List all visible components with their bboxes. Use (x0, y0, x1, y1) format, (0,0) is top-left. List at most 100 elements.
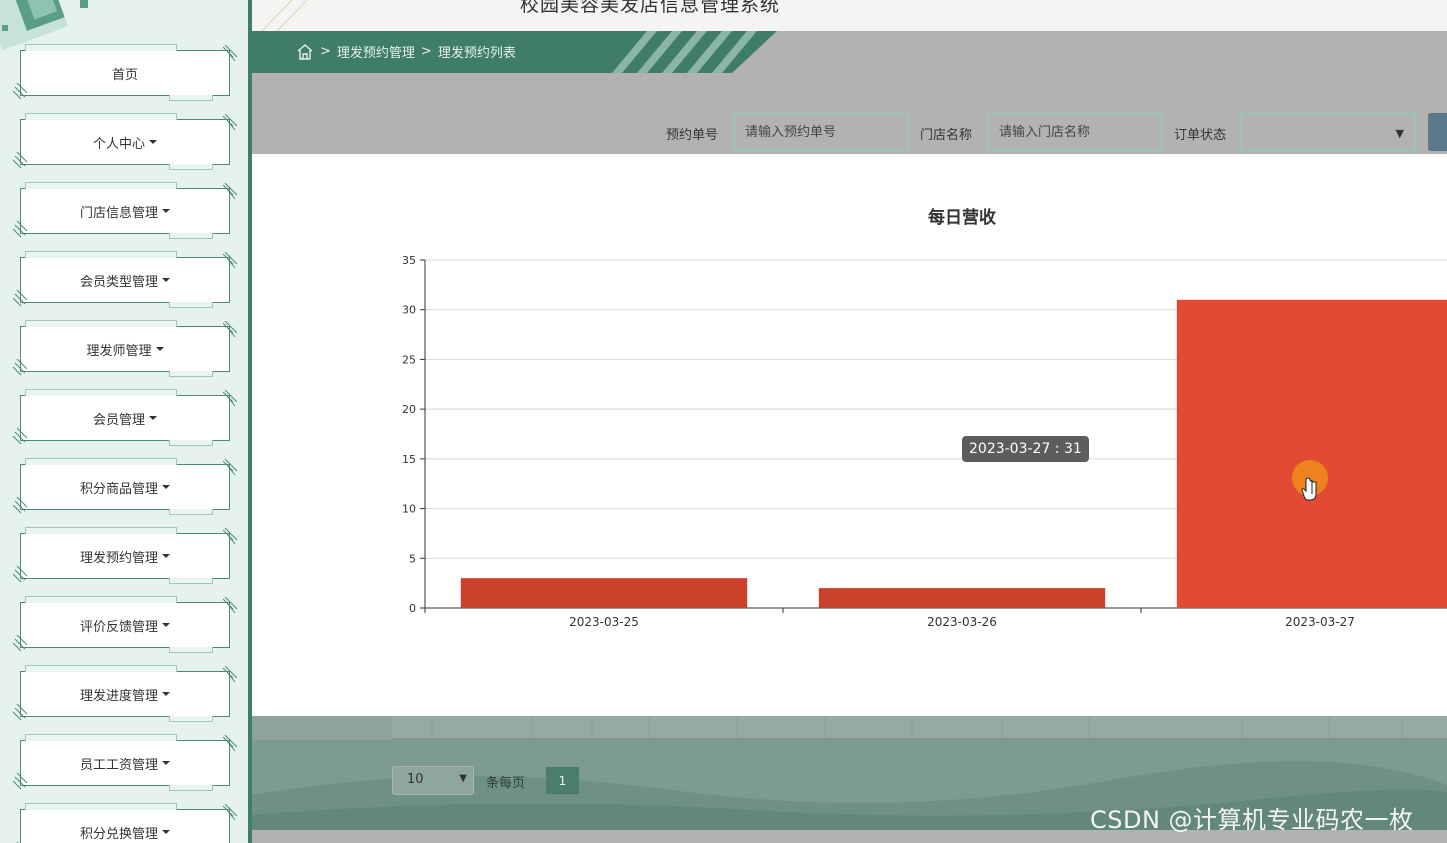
sidebar-item[interactable]: 积分商品管理 (13, 458, 237, 515)
sidebar-item[interactable]: 门店信息管理 (13, 182, 237, 239)
menu-tab-decoration (25, 803, 177, 810)
sidebar-item-label: 会员管理 (92, 412, 145, 428)
bar (818, 588, 1106, 608)
caret-down-icon (162, 761, 170, 765)
sidebar-item-label: 员工工资管理 (79, 757, 158, 773)
y-tick-label: 0 (409, 602, 416, 615)
sidebar-item[interactable]: 首页 (13, 44, 237, 101)
sidebar-item-label: 理发进度管理 (79, 688, 158, 704)
order-status-select[interactable]: ▼ (1240, 113, 1416, 151)
chevron-down-icon: ▼ (1395, 127, 1404, 140)
y-tick-label: 35 (402, 254, 416, 267)
hatch-decoration (13, 359, 27, 376)
page-size-value: 10 (407, 772, 424, 787)
hatch-decoration (13, 566, 27, 583)
breadcrumb-separator: > (320, 44, 331, 59)
menu-tab-decoration (25, 527, 177, 534)
x-tick-label: 2023-03-27 (1285, 615, 1355, 629)
caret-down-icon (149, 140, 157, 144)
hatch-decoration (13, 290, 27, 307)
y-tick-label: 10 (402, 503, 416, 516)
menu-tab-decoration (169, 647, 213, 653)
sidebar-item[interactable]: 个人中心 (13, 113, 237, 170)
menu-tab-decoration (25, 320, 177, 327)
menu-tab-decoration (25, 734, 177, 741)
menu-tab-decoration (25, 182, 177, 189)
hatch-decoration (223, 321, 237, 338)
sidebar-item[interactable]: 理发师管理 (13, 320, 237, 377)
menu-tab-decoration (169, 302, 213, 308)
breadcrumb-separator: > (420, 44, 432, 59)
hatch-decoration (13, 83, 27, 100)
x-tick-label: 2023-03-25 (569, 615, 639, 629)
order-status-label: 订单状态 (1174, 128, 1227, 143)
page-number-button[interactable]: 1 (546, 767, 579, 794)
hatch-decoration (223, 114, 237, 131)
caret-down-icon (162, 485, 170, 489)
sidebar-item-label: 理发师管理 (86, 343, 152, 359)
hatch-decoration (223, 735, 237, 752)
hatch-decoration (13, 428, 27, 445)
sidebar-item-label: 个人中心 (92, 136, 145, 152)
breadcrumb-level2: 理发预约列表 (437, 46, 516, 61)
menu-tab-decoration (25, 44, 177, 51)
chart-panel: 每日营收 0 5 10 15 20 25 30 35 2023-03-25 2023-03-26 2… (252, 154, 1447, 716)
breadcrumb-level1[interactable]: 理发预约管理 (337, 42, 415, 61)
page-size-select[interactable]: 10 ▼ (392, 766, 474, 795)
hatch-decoration (223, 804, 237, 821)
watermark: CSDN @计算机专业码农一枚 (1090, 806, 1414, 834)
menu-tab-decoration (169, 440, 213, 446)
table-column-dividers (431, 716, 1403, 738)
hatch-decoration (223, 528, 237, 545)
hatch-decoration (13, 221, 27, 238)
bar-chart: 0 5 10 15 20 25 30 35 2023-03-25 2023-03-26 2023-0… (402, 254, 1447, 629)
cursor-icon (1292, 460, 1328, 501)
caret-down-icon (162, 278, 170, 282)
sidebar-item[interactable]: 积分兑换管理 (16, 803, 237, 843)
y-tick-label: 30 (402, 304, 416, 317)
store-name-input[interactable] (987, 113, 1163, 151)
sidebar-item-label: 理发预约管理 (79, 550, 158, 566)
menu-tab-decoration (25, 665, 177, 672)
y-tick-label: 5 (409, 552, 416, 565)
hatch-decoration (223, 183, 237, 200)
caret-down-icon (162, 554, 170, 558)
menu-tab-decoration (169, 164, 213, 170)
menu-tab-decoration (169, 716, 213, 722)
bar (460, 578, 748, 608)
sidebar-item[interactable]: 评价反馈管理 (13, 596, 237, 653)
order-no-input[interactable] (733, 113, 909, 151)
sidebar-item-label: 首页 (111, 67, 138, 83)
sidebar-item[interactable]: 会员类型管理 (13, 251, 237, 308)
sidebar-item[interactable]: 理发进度管理 (13, 665, 237, 722)
breadcrumb: > 理发预约管理 > 理发预约列表 (296, 42, 516, 61)
menu-tab-decoration (25, 113, 177, 120)
hatch-decoration (13, 704, 27, 721)
home-icon[interactable] (296, 43, 314, 61)
order-no-label: 预约单号 (666, 128, 719, 143)
hatch-decoration (223, 666, 237, 683)
sidebar: 首页个人中心门店信息管理会员类型管理 理发师管理会员管理积分商品管理理发预约管理评… (0, 0, 248, 843)
app-title: 校园美容美发店信息管理系统 (520, 0, 781, 16)
caret-down-icon (162, 209, 170, 213)
sidebar-item-label: 积分兑换管理 (79, 826, 158, 842)
sidebar-item-label: 会员类型管理 (79, 274, 158, 290)
menu-tab-decoration (169, 95, 213, 101)
menu-tab-decoration (25, 458, 177, 465)
menu-tab-decoration (25, 251, 177, 258)
sidebar-item[interactable]: 理发预约管理 (13, 527, 237, 584)
hatch-decoration (223, 390, 237, 407)
bar (1176, 299, 1447, 608)
menu-tab-decoration (25, 596, 177, 603)
y-tick-label: 20 (402, 403, 416, 416)
chevron-down-icon: ▼ (459, 773, 467, 784)
hatch-decoration (13, 152, 27, 169)
topbar-decoration (261, 0, 308, 31)
sidebar-item[interactable]: 员工工资管理 (13, 734, 237, 791)
search-button[interactable] (1428, 113, 1447, 151)
sidebar-item[interactable]: 会员管理 (13, 389, 237, 446)
caret-down-icon (162, 692, 170, 696)
hatch-decoration (223, 45, 237, 62)
y-tick-label: 25 (402, 353, 416, 366)
sidebar-item-label: 评价反馈管理 (79, 619, 158, 635)
